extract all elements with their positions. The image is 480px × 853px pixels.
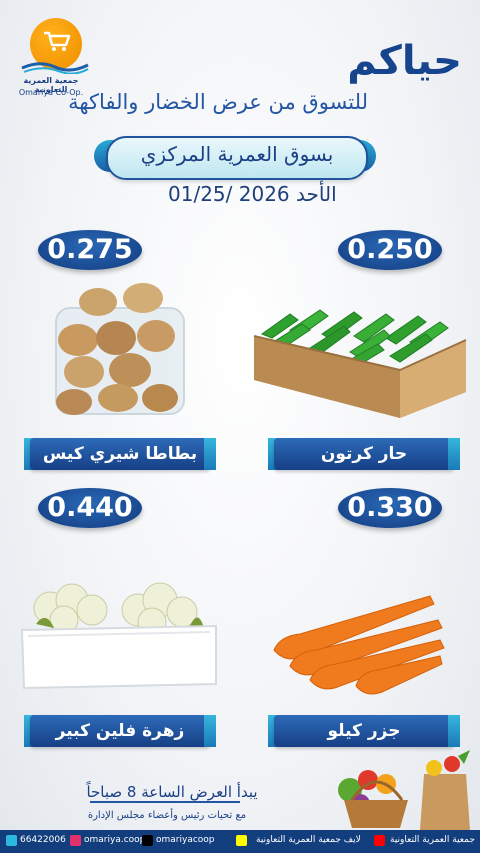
cart-icon	[44, 31, 71, 51]
cauliflower-box-image	[20, 582, 217, 690]
product-label: جزر كيلو	[274, 715, 454, 747]
price-badge: 0.250	[338, 230, 442, 270]
label-accent	[448, 715, 460, 747]
footer-youtube[interactable]: جمعية العمرية التعاونية	[390, 835, 475, 845]
divider	[90, 801, 240, 803]
x-icon	[142, 835, 153, 846]
offer-date: الأحد 2026 /01/25	[168, 182, 337, 206]
greeting-title: حياكم	[347, 38, 462, 84]
label-accent	[204, 438, 216, 470]
market-name: بسوق العمرية المركزي	[140, 142, 334, 166]
product-label: بطاطا شيري كيس	[30, 438, 210, 470]
produce-basket-image	[338, 750, 470, 830]
footer-snapchat[interactable]: لايف جمعية العمرية التعاونية	[256, 835, 361, 845]
product-label: زهرة فلين كبير	[30, 715, 210, 747]
price-badge: 0.440	[38, 488, 142, 528]
chili-carton-image	[253, 309, 467, 418]
carrots-image	[273, 595, 445, 695]
label-accent	[204, 715, 216, 747]
footer-website[interactable]: omariya.coop	[84, 835, 145, 845]
price-badge: 0.275	[38, 230, 142, 270]
board-regards: مع تحيات رئيس وأعضاء مجلس الإدارة	[87, 810, 247, 821]
footer-bar: 66422006 omariya.coop omariyacoop لايف ج…	[0, 830, 480, 853]
label-accent	[448, 438, 460, 470]
snapchat-icon	[236, 835, 247, 846]
potato-bag-image	[55, 283, 185, 415]
opening-time: يبدأ العرض الساعة 8 صباحاً	[86, 783, 258, 801]
youtube-icon	[374, 835, 385, 846]
phone-icon	[6, 835, 17, 846]
footer-phone[interactable]: 66422006	[20, 835, 66, 845]
subtitle: للتسوق من عرض الخضار والفاكهة	[68, 90, 368, 114]
instagram-icon	[70, 835, 81, 846]
footer-x-handle[interactable]: omariyacoop	[156, 835, 215, 845]
product-label: حار كرتون	[274, 438, 454, 470]
price-badge: 0.330	[338, 488, 442, 528]
logo-wave	[21, 62, 89, 74]
